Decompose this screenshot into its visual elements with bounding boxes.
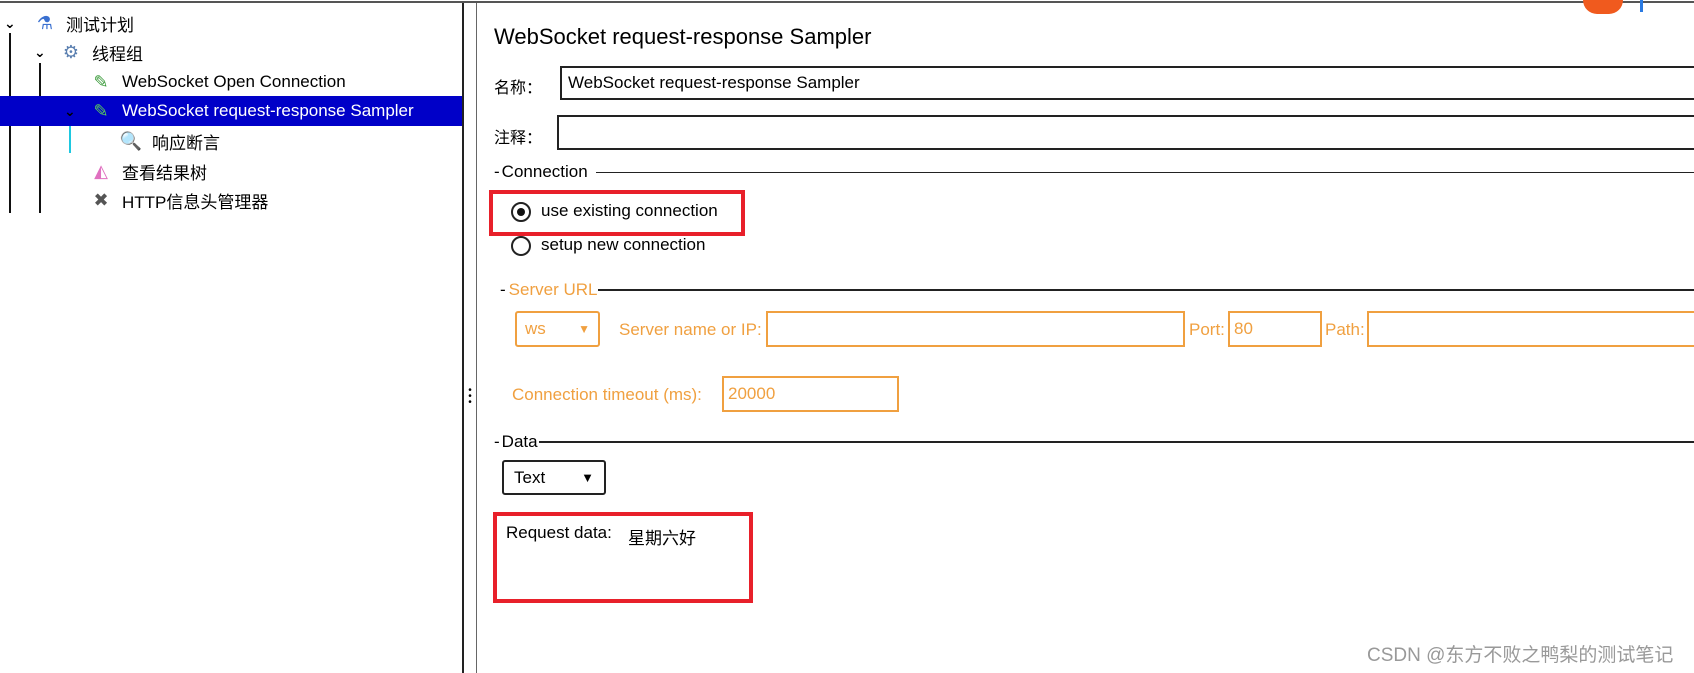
tree-item-label: WebSocket request-response Sampler (122, 101, 414, 120)
name-value: WebSocket request-response Sampler (568, 73, 860, 92)
radio-label: use existing connection (541, 201, 718, 220)
splitter-grip-icon[interactable]: • • • (467, 386, 473, 408)
path-label: Path: (1325, 320, 1365, 339)
tree-item-label: HTTP信息头管理器 (122, 192, 269, 212)
server-label: Server name or IP: (619, 320, 762, 339)
timeout-field[interactable]: 20000 (722, 376, 899, 412)
radio-icon[interactable] (511, 235, 531, 256)
radio-selected-icon[interactable] (511, 201, 531, 222)
tree-item-label: 线程组 (92, 44, 143, 64)
panel-border (476, 3, 477, 673)
dropdown-arrow-icon: ▼ (581, 470, 594, 485)
chevron-down-icon[interactable]: ⌄ (34, 44, 46, 61)
name-label: 名称： (494, 80, 543, 97)
pipette-icon: ✎ (93, 72, 109, 92)
test-plan-tree[interactable]: ⌄ ⚗ 测试计划 ⌄ ⚙ 线程组 ✎ WebSocket Open Connec… (0, 3, 463, 673)
tree-item-label: 查看结果树 (122, 163, 207, 183)
tree-item-label: WebSocket Open Connection (122, 72, 346, 91)
server-url-legend: Server URL (508, 280, 598, 299)
tree-item-test-plan[interactable]: ⌄ ⚗ 测试计划 (0, 8, 134, 38)
watermark: CSDN @东方不败之鸭梨的测试笔记 (1367, 645, 1674, 666)
chevron-down-icon[interactable]: ⌄ (4, 15, 16, 32)
request-data-field[interactable]: 星期六好 (628, 524, 696, 549)
port-label: Port: (1189, 320, 1225, 339)
name-field[interactable]: WebSocket request-response Sampler (560, 66, 1694, 100)
connection-legend: Connection (501, 162, 588, 181)
radio-setup-new[interactable]: setup new connection (511, 235, 705, 256)
tools-icon: ✖ (93, 190, 109, 210)
comment-label: 注释： (494, 130, 543, 147)
timeout-label: Connection timeout (ms): (512, 385, 702, 404)
tree-item-http-header-manager[interactable]: ✖ HTTP信息头管理器 (0, 185, 268, 215)
tree-item-response-assertion[interactable]: 🔍 响应断言 (0, 126, 220, 156)
logo-icon (1583, 0, 1623, 14)
data-type-value: Text (514, 467, 546, 487)
tree-item-view-results-tree[interactable]: ◭ 查看结果树 (0, 156, 207, 186)
port-value: 80 (1234, 319, 1253, 338)
tree-item-request-response-sampler[interactable]: ⌄ ✎ WebSocket request-response Sampler (0, 96, 463, 126)
radio-label: setup new connection (541, 235, 706, 254)
data-legend: Data (501, 432, 538, 451)
chevron-down-icon[interactable]: ⌄ (64, 103, 76, 120)
data-section: - Data (494, 431, 1694, 453)
connection-section: - Connection (494, 161, 1694, 183)
splitter[interactable] (462, 3, 464, 673)
flask-icon: ⚗ (36, 13, 54, 33)
server-field[interactable] (766, 311, 1185, 347)
tree-item-label: 响应断言 (152, 133, 220, 153)
timeout-value: 20000 (728, 384, 776, 403)
protocol-value: ws (525, 319, 546, 338)
tree-item-label: 测试计划 (66, 15, 134, 35)
page-title: WebSocket request-response Sampler (494, 24, 872, 49)
server-url-section: - Server URL (500, 279, 1694, 301)
gear-icon: ⚙ (62, 42, 80, 62)
magnifier-icon: 🔍 (119, 131, 143, 151)
path-field[interactable] (1367, 311, 1694, 347)
logo-mark-icon (1640, 0, 1643, 12)
tree-item-open-connection[interactable]: ✎ WebSocket Open Connection (0, 67, 346, 97)
radio-use-existing[interactable]: use existing connection (511, 201, 718, 222)
port-field[interactable]: 80 (1228, 311, 1322, 347)
tree-item-thread-group[interactable]: ⌄ ⚙ 线程组 (0, 37, 143, 67)
comment-field[interactable] (557, 115, 1694, 150)
chart-icon: ◭ (94, 161, 108, 181)
request-data-label: Request data: (506, 523, 612, 542)
pipette-icon: ✎ (93, 101, 109, 121)
data-type-select[interactable]: Text ▼ (502, 460, 606, 495)
protocol-select[interactable]: ws ▼ (515, 311, 600, 347)
dropdown-arrow-icon: ▼ (578, 322, 590, 336)
